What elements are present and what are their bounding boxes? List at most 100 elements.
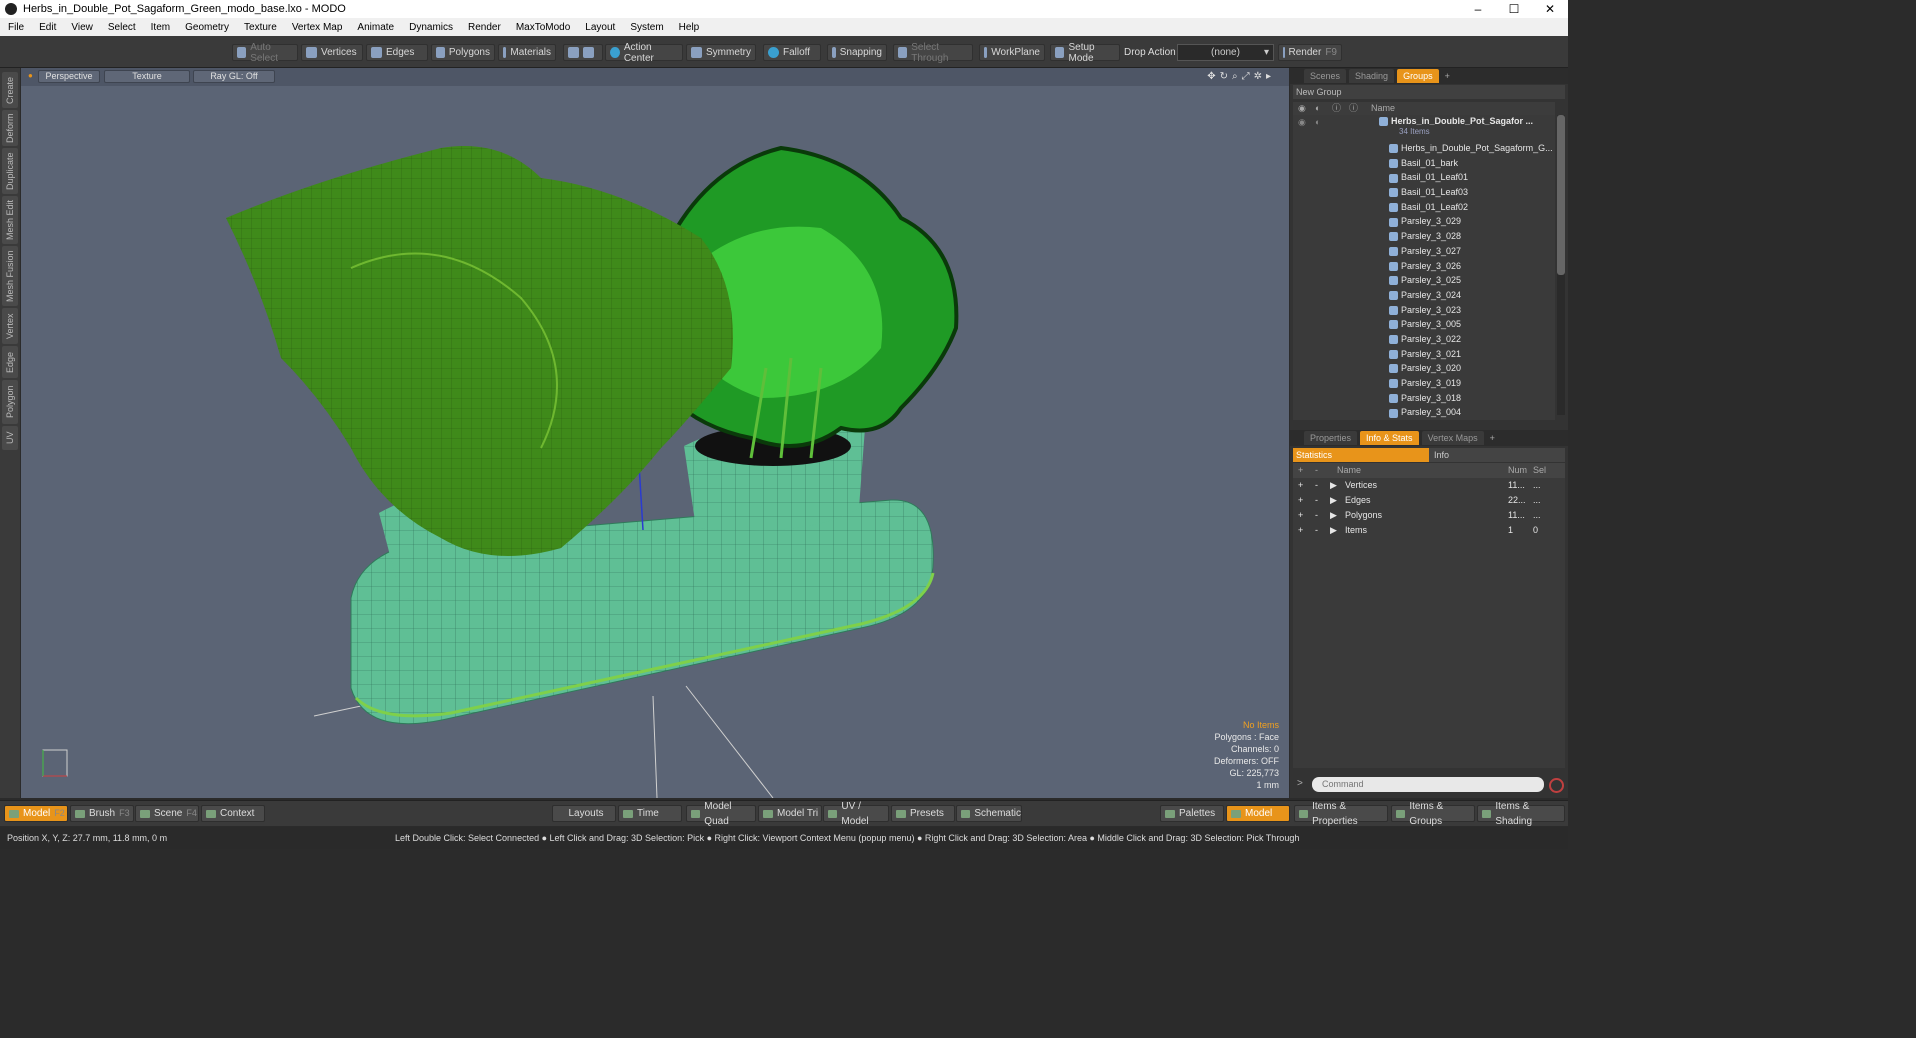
close-button[interactable]: ✕	[1532, 0, 1568, 18]
triangle-right-icon[interactable]: ▶	[1330, 523, 1337, 538]
list-item[interactable]: Basil_01_Leaf02	[1293, 200, 1555, 215]
vertices-button[interactable]: Vertices	[301, 44, 363, 61]
table-row[interactable]: + - ▶ Items 1 0	[1293, 523, 1565, 538]
edges-button[interactable]: Edges	[366, 44, 428, 61]
model-tri-button[interactable]: Model Tri	[758, 805, 822, 822]
list-item[interactable]: Parsley_3_005	[1293, 317, 1555, 332]
list-item[interactable]: Parsley_3_023	[1293, 303, 1555, 318]
menu-vertex-map[interactable]: Vertex Map	[284, 22, 350, 33]
auto-select-button[interactable]: Auto Select	[232, 42, 298, 64]
tab-deform[interactable]: Deform	[2, 110, 18, 146]
expand-all-icon[interactable]: +	[1298, 463, 1303, 478]
menu-dynamics[interactable]: Dynamics	[401, 22, 460, 33]
triangle-right-icon[interactable]: ▶	[1330, 478, 1337, 493]
menu-animate[interactable]: Animate	[349, 22, 401, 33]
scrollbar-thumb[interactable]	[1557, 115, 1565, 275]
collapse-icon[interactable]: -	[1315, 478, 1318, 493]
triangle-right-icon[interactable]: ▶	[1330, 493, 1337, 508]
lock-toggle-icon[interactable]: ◐	[1315, 115, 1320, 130]
triangle-right-icon[interactable]: ▶	[1330, 508, 1337, 523]
collapse-icon[interactable]: -	[1315, 493, 1318, 508]
snapping-button[interactable]: Snapping	[827, 44, 887, 61]
list-item[interactable]: Parsley_3_018	[1293, 391, 1555, 406]
list-item[interactable]: Parsley_3_027	[1293, 244, 1555, 259]
list-item[interactable]: Basil_01_bark	[1293, 156, 1555, 171]
list-item[interactable]: Parsley_3_029	[1293, 214, 1555, 229]
collapse-icon[interactable]: -	[1315, 523, 1318, 538]
model-layout-button[interactable]: Model F2	[4, 805, 68, 822]
menu-texture[interactable]: Texture	[236, 22, 284, 33]
list-item[interactable]: Basil_01_Leaf03	[1293, 185, 1555, 200]
add-tab-button[interactable]: +	[1445, 71, 1450, 81]
collapse-icon[interactable]: -	[1315, 508, 1318, 523]
expand-icon[interactable]: +	[1298, 523, 1303, 538]
menu-geometry[interactable]: Geometry	[177, 22, 236, 33]
collapse-all-icon[interactable]: -	[1315, 463, 1318, 478]
list-item[interactable]: Parsley_3_019	[1293, 376, 1555, 391]
presets-button[interactable]: Presets	[891, 805, 955, 822]
action-center-button[interactable]: Action Center	[605, 42, 683, 64]
3d-viewport[interactable]: ● Perspective Texture Ray GL: Off ✥↻⌕⤢✲▸	[21, 68, 1289, 798]
select-through-button[interactable]: Select Through	[893, 42, 973, 64]
palettes-button[interactable]: Palettes	[1160, 805, 1224, 822]
menu-edit[interactable]: Edit	[31, 22, 63, 33]
add-tab-button[interactable]: +	[1490, 433, 1495, 443]
tab-mesh-edit[interactable]: Mesh Edit	[2, 196, 18, 244]
tab-polygon[interactable]: Polygon	[2, 380, 18, 424]
materials-button[interactable]: Materials	[498, 44, 556, 61]
tab-statistics[interactable]: Statistics	[1293, 448, 1429, 462]
time-layout-button[interactable]: Time	[618, 805, 682, 822]
symmetry-button[interactable]: Symmetry	[686, 44, 756, 61]
command-input[interactable]	[1312, 777, 1544, 792]
expand-icon[interactable]: +	[1298, 493, 1303, 508]
tab-duplicate[interactable]: Duplicate	[2, 148, 18, 194]
context-layout-button[interactable]: Context	[201, 805, 265, 822]
tab-properties[interactable]: Properties	[1304, 431, 1358, 445]
table-row[interactable]: + - ▶ Edges 22... ...	[1293, 493, 1565, 508]
tab-shading[interactable]: Shading	[1349, 69, 1395, 83]
tab-info[interactable]: Info	[1429, 448, 1565, 462]
menu-render[interactable]: Render	[460, 22, 508, 33]
model-quad-button[interactable]: Model Quad	[686, 801, 756, 827]
layouts-button[interactable]: Layouts	[552, 805, 616, 822]
menu-system[interactable]: System	[622, 22, 670, 33]
menu-maxtomodo[interactable]: MaxToModo	[508, 22, 577, 33]
workplane-button[interactable]: WorkPlane	[979, 44, 1045, 61]
groups-scrollbar[interactable]	[1557, 115, 1565, 415]
menu-select[interactable]: Select	[100, 22, 143, 33]
list-item[interactable]: Parsley_3_020	[1293, 361, 1555, 376]
menu-help[interactable]: Help	[671, 22, 707, 33]
visibility-toggle-icon[interactable]: ◉	[1298, 115, 1306, 130]
menu-item[interactable]: Item	[143, 22, 177, 33]
tab-vertex[interactable]: Vertex	[2, 308, 18, 344]
list-item[interactable]: Parsley_3_025	[1293, 273, 1555, 288]
record-icon[interactable]	[1549, 778, 1564, 793]
new-group-button[interactable]: New Group	[1293, 85, 1565, 99]
list-item[interactable]: Basil_01_Leaf01	[1293, 170, 1555, 185]
render-button[interactable]: Render F9	[1278, 44, 1342, 61]
polygons-button[interactable]: Polygons	[431, 44, 495, 61]
model-layout-button-right[interactable]: Model	[1226, 805, 1290, 822]
menu-layout[interactable]: Layout	[577, 22, 622, 33]
menu-view[interactable]: View	[63, 22, 100, 33]
minimize-button[interactable]: –	[1460, 0, 1496, 18]
tab-scenes[interactable]: Scenes	[1304, 69, 1347, 83]
tab-edge[interactable]: Edge	[2, 346, 18, 378]
table-row[interactable]: + - ▶ Polygons 11... ...	[1293, 508, 1565, 523]
list-item[interactable]: Parsley_3_022	[1293, 332, 1555, 347]
items-properties-button[interactable]: Items & Properties	[1294, 801, 1388, 827]
menu-file[interactable]: File	[0, 22, 31, 33]
items-groups-button[interactable]: Items & Groups	[1391, 801, 1475, 827]
uv-model-button[interactable]: UV / Model	[823, 801, 889, 827]
tab-info-stats[interactable]: Info & Stats	[1360, 431, 1419, 445]
tab-groups[interactable]: Groups	[1397, 69, 1439, 83]
setup-mode-button[interactable]: Setup Mode	[1050, 42, 1120, 64]
schematic-button[interactable]: Schematic	[956, 805, 1022, 822]
maximize-button[interactable]: ☐	[1496, 0, 1532, 18]
tab-uv[interactable]: UV	[2, 426, 18, 450]
falloff-button[interactable]: Falloff	[763, 44, 821, 61]
tab-vertex-maps[interactable]: Vertex Maps	[1421, 431, 1484, 445]
expand-icon[interactable]: +	[1298, 508, 1303, 523]
list-item[interactable]: Parsley_3_024	[1293, 288, 1555, 303]
tab-create[interactable]: Create	[2, 72, 18, 108]
